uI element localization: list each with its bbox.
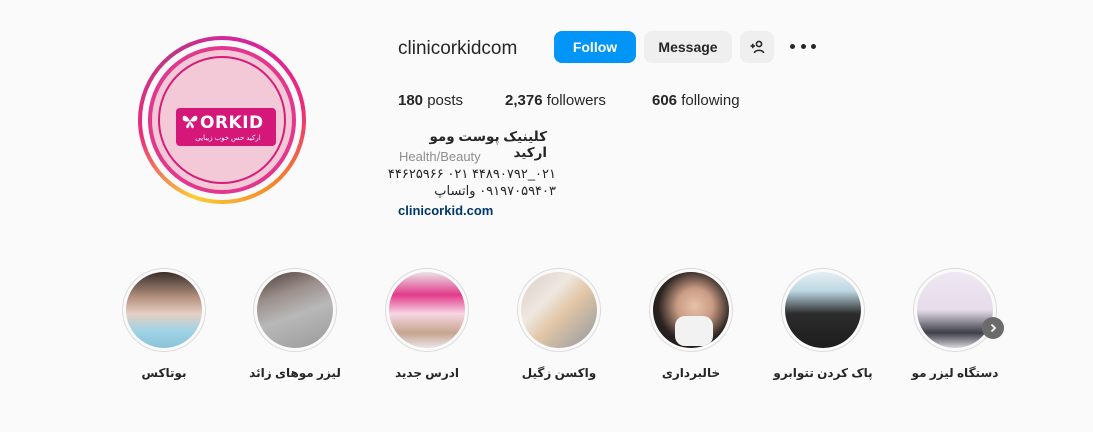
follow-button[interactable]: Follow [554, 31, 636, 63]
avatar-border: ORKID ارکید حس خوب زیبایی [142, 40, 302, 200]
add-person-icon [750, 40, 765, 54]
highlight-label: لیزر موهای زائد [249, 366, 341, 380]
highlight-eyebrow-tattoo-removal[interactable]: پاک کردن تتوابرو [773, 268, 873, 380]
more-options-icon[interactable] [790, 36, 816, 56]
logo-subtitle: ارکید حس خوب زیبایی [195, 135, 261, 142]
suggest-accounts-button[interactable] [740, 31, 774, 63]
highlight-wart-vaccine[interactable]: واکسن زگیل [509, 268, 609, 380]
highlight-cover [122, 268, 206, 352]
highlight-cover [385, 268, 469, 352]
highlight-mole-removal[interactable]: خالبرداری [641, 268, 741, 380]
posts-stat: 180 posts [398, 92, 464, 109]
highlight-label: واکسن زگیل [521, 366, 597, 380]
bio-website-link[interactable]: clinicorkid.com [398, 203, 493, 218]
highlight-label: پاک کردن تتوابرو [773, 366, 873, 380]
highlight-laser-hair-removal[interactable]: لیزر موهای زائد [245, 268, 345, 380]
highlight-cover [253, 268, 337, 352]
highlight-label: خالبرداری [661, 366, 721, 380]
highlight-label: بوتاکس [141, 366, 187, 380]
highlight-label: دستگاه لیزر مو [911, 366, 999, 380]
following-stat[interactable]: 606 following [652, 92, 740, 109]
username: clinicorkidcom [398, 38, 518, 59]
profile-avatar[interactable]: ORKID ارکید حس خوب زیبایی [138, 36, 306, 204]
highlight-cover [517, 268, 601, 352]
butterfly-icon [182, 115, 198, 129]
bio-phone-line: ۰۲۱_۴۴۸۹۰۷۹۲ ۰۲۱ ۴۴۶۲۵۹۶۶ [387, 166, 556, 181]
bio-category: Health/Beauty [399, 149, 481, 164]
highlight-cover [913, 268, 997, 352]
highlight-botox[interactable]: بوتاکس [114, 268, 214, 380]
message-button[interactable]: Message [644, 31, 732, 63]
highlight-new-address[interactable]: ادرس جدید [377, 268, 477, 380]
followers-stat[interactable]: 2,376 followers [505, 92, 606, 109]
logo-title: ORKID [200, 113, 264, 133]
highlight-label: ادرس جدید [394, 366, 460, 380]
highlight-cover [781, 268, 865, 352]
chevron-right-icon[interactable] [982, 317, 1004, 339]
highlight-cover [649, 268, 733, 352]
clinic-logo: ORKID ارکید حس خوب زیبایی [148, 46, 296, 194]
bio-whatsapp-line: ۰۹۱۹۷۰۵۹۴۰۳ واتساپ [434, 183, 556, 198]
logo-banner: ORKID ارکید حس خوب زیبایی [176, 108, 276, 146]
